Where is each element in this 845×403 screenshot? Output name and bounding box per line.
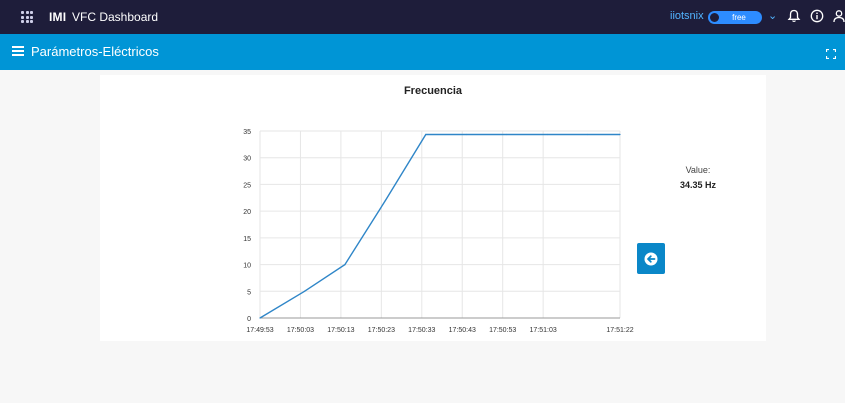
plan-badge[interactable]: free [708,11,762,24]
value-label: Value: [685,165,711,175]
x-tick-label: 17:51:03 [530,327,557,334]
data-point [303,290,306,292]
data-point [546,133,548,136]
fullscreen-icon[interactable] [825,46,837,60]
value-display: 34.35 Hz [679,180,717,190]
top-bar: IMI VFC Dashboard iiotsnix free ⌄ [0,0,845,34]
data-point [384,199,386,202]
x-tick-label: 17:50:43 [449,327,476,334]
y-tick-label: 15 [243,236,251,243]
plan-label: free [732,13,746,22]
y-tick-label: 30 [243,156,251,163]
data-point [259,317,261,319]
frequency-chart: 0 5 10 15 20 25 30 35 17:49:53 17:50:03 17:50:13 17… [243,129,634,334]
info-icon[interactable] [808,7,826,25]
x-tick-label: 17:51:22 [606,327,633,334]
chart-card: Frecuencia 0 5 10 15 20 25 30 35 17:49:53 17:50:0… [100,75,766,341]
data-point [587,133,589,136]
arrow-left-icon [644,252,658,265]
bell-icon[interactable] [785,7,803,25]
data-point [425,133,427,136]
y-tick-label: 35 [243,129,251,136]
data-point [344,263,346,266]
org-name: IMI [49,10,67,24]
data-point [619,133,621,136]
user-icon[interactable] [830,7,845,25]
y-tick-label: 10 [243,263,251,270]
page-title: Parámetros-Eléctricos [31,44,159,59]
x-tick-label: 17:50:03 [287,327,314,334]
y-tick-label: 5 [247,289,251,296]
series-line [259,133,620,319]
app-title[interactable]: VFC Dashboard [72,10,158,24]
x-tick-label: 17:50:23 [368,327,395,334]
y-tick-label: 20 [243,209,251,216]
x-tick-label: 17:49:53 [246,327,273,334]
data-point [506,133,508,136]
apps-grid-icon[interactable] [21,11,33,23]
chevron-down-icon[interactable]: ⌄ [768,9,777,22]
user-name[interactable]: iiotsnix [670,10,704,22]
back-button[interactable] [637,243,665,274]
x-tick-label: 17:50:53 [489,327,516,334]
y-tick-label: 25 [243,182,251,189]
data-point [465,133,467,136]
menu-icon[interactable] [12,46,24,56]
dashboard-header: Parámetros-Eléctricos [0,34,845,70]
x-tick-label: 17:50:13 [327,327,354,334]
y-tick-label: 0 [247,316,251,323]
x-tick-label: 17:50:33 [408,327,435,334]
